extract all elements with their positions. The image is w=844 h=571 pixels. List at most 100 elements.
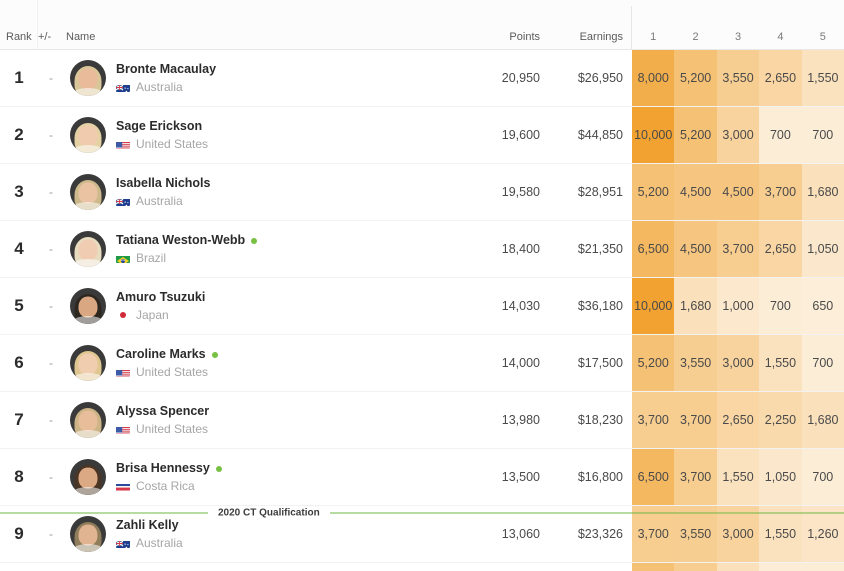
event-result-cell[interactable]: 5,200 — [632, 164, 675, 220]
table-row[interactable]: 2 - Sage Erickson United States 19,600 $44,85… — [0, 107, 844, 164]
event-result-cell[interactable]: 2,250 — [759, 392, 802, 448]
event-result-cell[interactable]: 3,000 — [716, 506, 760, 562]
event-result-cell[interactable]: 2,650 — [759, 50, 802, 106]
event-result-cell[interactable]: 10,000 — [632, 107, 675, 163]
event-result-cell[interactable]: 1,550 — [801, 50, 844, 106]
table-row[interactable]: 9 - Zahli Kelly Australia 13,060 $23,326 3,700… — [0, 506, 844, 563]
event-result-cell[interactable]: 3,550 — [674, 335, 717, 391]
event-result-cell[interactable]: 1,050 — [801, 221, 844, 277]
header-event-5: 5 — [819, 31, 826, 43]
event-result-cell[interactable]: 700 — [759, 107, 802, 163]
event-result-cell[interactable]: 1,260 — [801, 506, 844, 562]
event-result-cell[interactable]: 1,680 — [674, 278, 717, 334]
event-result-cell[interactable]: 8,000 — [632, 50, 675, 106]
event-result-cell[interactable]: 3,000 — [716, 107, 760, 163]
athlete-cell[interactable]: Zahli Kelly Australia — [64, 506, 470, 562]
earnings-cell: $16,800 — [577, 470, 623, 484]
athlete-name-line: Amuro Tsuzuki — [116, 290, 205, 304]
country-name: United States — [136, 421, 209, 436]
event-result-cell[interactable]: 3,700 — [632, 392, 675, 448]
event-result-cell[interactable]: 1,550 — [716, 449, 760, 505]
event-result-cell[interactable]: 6,500 — [632, 221, 675, 277]
event-result-cell[interactable]: 3,700 — [674, 392, 717, 448]
avatar — [70, 288, 106, 324]
country-line: Australia — [116, 536, 183, 550]
event-result-cell[interactable] — [674, 563, 717, 571]
event-result-cell[interactable]: 3,700 — [716, 221, 760, 277]
table-row[interactable]: 4 - Tatiana Weston-Webb Brazil 18,400 $21,350… — [0, 221, 844, 278]
event-result-cell[interactable] — [801, 563, 844, 571]
earnings-cell: $26,950 — [577, 71, 623, 85]
athlete-cell[interactable]: Tatiana Weston-Webb Brazil — [64, 221, 470, 277]
event-result-cell[interactable]: 700 — [801, 449, 844, 505]
event-result-cell[interactable]: 1,000 — [716, 278, 760, 334]
table-row[interactable]: 6 - Caroline Marks United States 14,000 $17,5… — [0, 335, 844, 392]
rank-cell: 3 — [14, 182, 24, 201]
athlete-info: Zahli Kelly Australia — [116, 518, 183, 550]
points-cell: 13,980 — [501, 413, 540, 427]
event-result-cell[interactable] — [716, 563, 760, 571]
event-result-cell[interactable]: 3,000 — [716, 335, 760, 391]
event-result-cell[interactable]: 2,650 — [759, 221, 802, 277]
athlete-cell[interactable] — [64, 563, 470, 571]
athlete-cell[interactable]: Bronte Macaulay Australia — [64, 50, 470, 106]
event-result-cell[interactable]: 1,550 — [759, 506, 802, 562]
header-event-4: 4 — [777, 31, 784, 43]
event-result-cell[interactable]: 3,550 — [674, 506, 717, 562]
rank-cell: 10 — [0, 563, 38, 571]
table-row[interactable]: 7 - Alyssa Spencer United States 13,980 $18,2… — [0, 392, 844, 449]
event-result-cell[interactable] — [759, 563, 802, 571]
event-result-cell[interactable]: 10,000 — [632, 278, 675, 334]
table-row[interactable]: 3 - Isabella Nichols Australia 19,580 $28,951… — [0, 164, 844, 221]
header-event-3: 3 — [734, 31, 742, 43]
athlete-cell[interactable]: Brisa Hennessy Costa Rica — [64, 449, 470, 505]
athlete-cell[interactable]: Alyssa Spencer United States — [64, 392, 470, 448]
events-cells: 8,000 5,200 3,550 2,650 1,550 — [632, 50, 844, 106]
country-line: Costa Rica — [116, 479, 222, 493]
athlete-cell[interactable]: Caroline Marks United States — [64, 335, 470, 391]
event-result-cell[interactable]: 5,200 — [674, 50, 717, 106]
event-result-cell[interactable]: 1,680 — [801, 392, 844, 448]
event-result-cell[interactable]: 4,500 — [716, 164, 760, 220]
event-result-cell[interactable]: 3,700 — [674, 449, 717, 505]
avatar — [70, 174, 106, 210]
event-result-cell[interactable]: 3,700 — [632, 506, 675, 562]
athlete-name: Alyssa Spencer — [116, 404, 210, 419]
change-cell: - — [49, 470, 53, 484]
event-result-cell[interactable] — [632, 563, 675, 571]
event-result-cell[interactable]: 5,200 — [632, 335, 675, 391]
event-result-cell[interactable]: 2,650 — [716, 392, 760, 448]
event-result-cell[interactable]: 3,700 — [759, 164, 802, 220]
table-row[interactable]: 1 - Bronte Macaulay Australia 20,950 $26,950 8… — [0, 50, 844, 107]
rank-cell: 8 — [14, 467, 24, 486]
change-cell: - — [49, 413, 53, 427]
rank-cell: 1 — [14, 68, 24, 87]
event-result-cell[interactable]: 5,200 — [674, 107, 717, 163]
event-result-cell[interactable]: 3,550 — [716, 50, 760, 106]
event-result-cell[interactable]: 650 — [801, 278, 844, 334]
event-result-cell[interactable]: 6,500 — [632, 449, 675, 505]
athlete-name-line: Alyssa Spencer — [116, 404, 209, 418]
event-result-cell[interactable]: 1,550 — [759, 335, 802, 391]
points-cell: 20,950 — [501, 71, 540, 85]
earnings-cell: $23,326 — [577, 527, 623, 541]
country-name: Costa Rica — [136, 478, 195, 493]
table-row[interactable]: 5- Amuro Tsuzuki Japan 14,030 $36,180 10,000 1… — [0, 278, 844, 335]
athlete-cell[interactable]: Amuro Tsuzuki Japan — [64, 278, 470, 334]
athlete-cell[interactable]: Sage Erickson United States — [64, 107, 470, 163]
event-result-cell[interactable]: 700 — [759, 278, 802, 334]
table-row[interactable]: 10- — [0, 563, 844, 571]
table-row[interactable]: 8 - Brisa Hennessy Costa Rica 13,500 $16,800 6… — [0, 449, 844, 506]
event-result-cell[interactable]: 1,050 — [759, 449, 802, 505]
event-result-cell[interactable]: 1,680 — [801, 164, 844, 220]
event-result-cell[interactable]: 4,500 — [674, 221, 717, 277]
event-result-cell[interactable]: 700 — [801, 107, 844, 163]
earnings-cell: $18,230 — [577, 413, 623, 427]
avatar — [70, 345, 106, 381]
rank-cell: 6 — [14, 353, 24, 372]
country-name: Australia — [136, 79, 183, 94]
event-result-cell[interactable]: 700 — [801, 335, 844, 391]
events-cells: 10,000 1,680 1,000 700 650 — [632, 278, 844, 334]
athlete-cell[interactable]: Isabella Nichols Australia — [64, 164, 470, 220]
event-result-cell[interactable]: 4,500 — [674, 164, 717, 220]
